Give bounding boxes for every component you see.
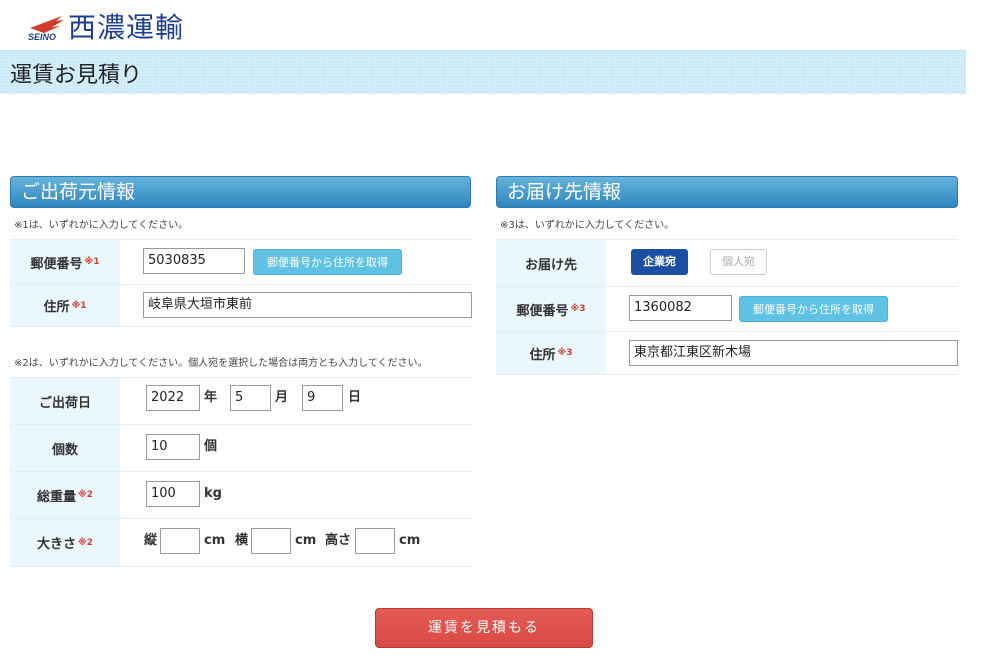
- ship-day-input[interactable]: 9: [302, 385, 343, 411]
- logo-sub-text: SEINO: [28, 32, 57, 42]
- consignee-address-label: 住所 ※3: [496, 332, 606, 374]
- consignee-section-heading: お届け先情報: [496, 176, 958, 208]
- ship-day-unit: 日: [348, 390, 362, 405]
- consignee-postal-input[interactable]: 1360082: [629, 295, 732, 321]
- shipper-postal-input[interactable]: 5030835: [143, 248, 245, 274]
- shipper-postal-label: 郵便番号 ※1: [10, 240, 120, 284]
- estimate-fare-button[interactable]: 運賃を見積もる: [375, 608, 593, 648]
- consignee-address-row: 住所 ※3 東京都江東区新木場: [496, 331, 958, 375]
- shipper-postal-row: 郵便番号 ※1 5030835 郵便番号から住所を取得: [10, 239, 471, 285]
- page-title: 運賃お見積り: [10, 63, 143, 88]
- weight-label: 総重量 ※2: [10, 472, 120, 518]
- ship-month-unit: 月: [275, 390, 289, 405]
- size-length-input[interactable]: [160, 528, 200, 554]
- size-width-label: 横: [235, 533, 249, 548]
- logo-text: 西濃運輸: [68, 11, 185, 44]
- consignee-postal-row: 郵便番号 ※3 1360082 郵便番号から住所を取得: [496, 286, 958, 332]
- shipper-postal-lookup-button[interactable]: 郵便番号から住所を取得: [253, 249, 402, 275]
- destination-type-label: お届け先: [496, 240, 606, 286]
- weight-row: 総重量 ※2 100 kg: [10, 471, 471, 519]
- corporate-recipient-button[interactable]: 企業宛: [631, 249, 688, 275]
- count-label: 個数: [10, 425, 120, 471]
- shipper-section-heading: ご出荷元情報: [10, 176, 471, 208]
- shipper-note-1: ※1は、いずれかに入力してください。: [14, 220, 189, 231]
- ship-month-input[interactable]: 5: [230, 385, 271, 411]
- count-input[interactable]: 10: [146, 434, 200, 460]
- shipper-address-row: 住所 ※1 岐阜県大垣市東前: [10, 284, 472, 327]
- destination-type-row: お届け先 企業宛 個人宛: [496, 239, 958, 287]
- size-label: 大きさ ※2: [10, 519, 120, 566]
- shipper-address-label: 住所 ※1: [10, 285, 120, 326]
- size-height-unit: cm: [399, 533, 421, 548]
- size-height-input[interactable]: [355, 528, 395, 554]
- ship-year-unit: 年: [204, 390, 218, 405]
- ship-date-row: ご出荷日 2022 年 5 月 9 日: [10, 377, 471, 425]
- consignee-note-3: ※3は、いずれかに入力してください。: [500, 220, 675, 231]
- weight-unit: kg: [204, 486, 222, 501]
- ship-date-label: ご出荷日: [10, 378, 120, 424]
- individual-recipient-button[interactable]: 個人宛: [710, 249, 767, 275]
- ship-year-input[interactable]: 2022: [146, 385, 200, 411]
- shipper-address-input[interactable]: 岐阜県大垣市東前: [143, 292, 472, 318]
- weight-input[interactable]: 100: [146, 481, 200, 507]
- consignee-postal-lookup-button[interactable]: 郵便番号から住所を取得: [739, 296, 888, 322]
- page-title-band: 運賃お見積り: [0, 50, 966, 94]
- size-width-input[interactable]: [251, 528, 291, 554]
- count-row: 個数 10 個: [10, 424, 471, 472]
- count-unit: 個: [204, 439, 218, 454]
- shipper-note-2: ※2は、いずれかに入力してください。個人宛を選択した場合は両方とも入力してくださ…: [14, 358, 428, 369]
- consignee-postal-label: 郵便番号 ※3: [496, 287, 606, 331]
- size-length-label: 縦: [144, 533, 158, 548]
- size-length-unit: cm: [204, 533, 226, 548]
- size-row: 大きさ ※2 縦 cm 横 cm 高さ cm: [10, 518, 471, 567]
- seino-logo[interactable]: SEINO 西濃運輸: [26, 10, 226, 46]
- consignee-address-input[interactable]: 東京都江東区新木場: [629, 340, 958, 366]
- size-height-label: 高さ: [325, 533, 352, 548]
- size-width-unit: cm: [295, 533, 317, 548]
